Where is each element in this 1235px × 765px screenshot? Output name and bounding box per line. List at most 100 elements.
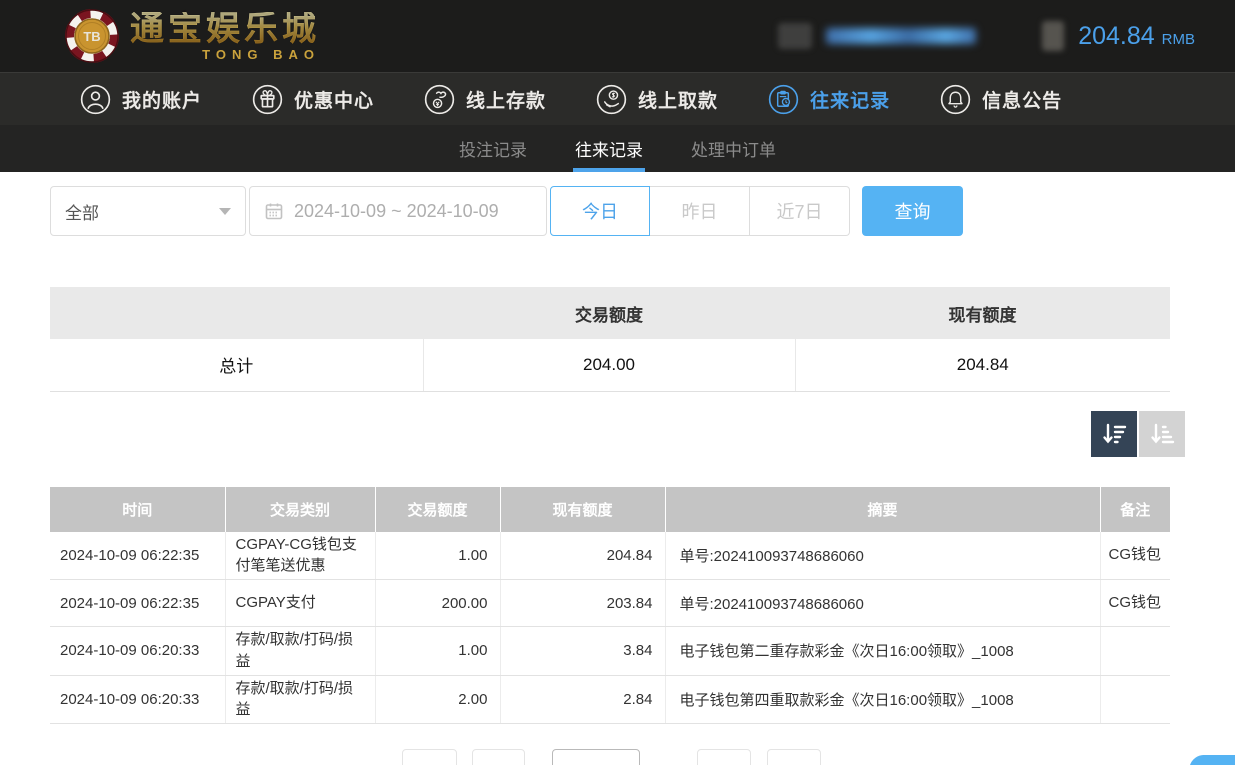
tab-label: 投注记录 [459,136,527,161]
cell-time: 2024-10-09 06:22:35 [50,532,225,580]
brand-name-cn: 通宝娱乐城 [130,12,320,46]
balance-display[interactable]: 204.84 RMB [1078,22,1195,51]
yesterday-button[interactable]: 昨日 [650,186,750,236]
cell-time: 2024-10-09 06:20:33 [50,675,225,724]
col-header-type: 交易类别 [225,487,375,532]
table-row: 2024-10-09 06:20:33 存款/取款/打码/损益 1.00 3.8… [50,627,1170,676]
cell-amount: 2.00 [375,675,500,724]
table-row: 2024-10-09 06:22:35 CGPAY支付 200.00 203.8… [50,580,1170,627]
cell-note [1100,627,1170,676]
nav-label: 线上存款 [466,86,546,113]
cell-summary: 单号:202410093748686060 [665,580,1100,627]
summary-header-balance: 现有额度 [795,287,1170,339]
records-header-row: 时间 交易类别 交易额度 现有额度 摘要 备注 [50,487,1170,532]
cell-type: 存款/取款/打码/损益 [225,675,375,724]
table-row: 2024-10-09 06:22:35 CGPAY-CG钱包支付笔笔送优惠 1.… [50,532,1170,580]
filter-bar: 全部 2024-10-09 ~ 2024-10-09 今日 昨日 [50,186,1185,236]
col-header-balance: 现有额度 [500,487,665,532]
top-bar: TB 通宝娱乐城 TONG BAO 204.84 RMB [0,0,1235,72]
col-header-note: 备注 [1100,487,1170,532]
col-header-amount: 交易额度 [375,487,500,532]
wallet-icon [1042,21,1064,51]
summary-balance-total: 204.84 [795,339,1170,391]
nav-item-records[interactable]: 往来记录 [768,84,890,115]
pagination-prev-button[interactable] [472,749,525,765]
cell-time: 2024-10-09 06:22:35 [50,580,225,627]
cell-summary: 单号:202410093748686060 [665,532,1100,580]
summary-header-empty [50,287,423,339]
records-icon [768,84,799,115]
cell-summary: 电子钱包第二重存款彩金《次日16:00领取》_1008 [665,627,1100,676]
sort-controls [50,411,1185,457]
pagination-last-button[interactable] [767,749,821,765]
cell-amount: 200.00 [375,580,500,627]
username-redacted[interactable] [826,28,976,44]
bell-icon [940,84,971,115]
nav-label: 优惠中心 [294,86,374,113]
summary-header-trade: 交易额度 [423,287,795,339]
pagination-next-button[interactable] [697,749,751,765]
poker-chip-icon: TB [64,8,120,64]
nav-item-deposit[interactable]: 线上存款 [424,84,546,115]
nav-label: 线上取款 [638,86,718,113]
category-selected-value: 全部 [65,199,99,224]
quick-date-group: 今日 昨日 近7日 [550,186,850,236]
nav-item-announcements[interactable]: 信息公告 [940,84,1062,115]
user-avatar[interactable] [778,23,812,49]
category-select[interactable]: 全部 [50,186,246,236]
summary-header-row: 交易额度 现有额度 [50,287,1170,339]
user-icon [80,84,111,115]
summary-table: 交易额度 现有额度 总计 204.00 204.84 [50,287,1170,392]
cell-note: CG钱包 [1100,580,1170,627]
nav-item-withdraw[interactable]: 线上取款 [596,84,718,115]
summary-total-label: 总计 [50,339,423,391]
date-range-input[interactable]: 2024-10-09 ~ 2024-10-09 [249,186,547,236]
sort-ascending-icon [1148,420,1176,448]
pagination-first-button[interactable] [402,749,457,765]
brand-logo[interactable]: TB 通宝娱乐城 TONG BAO [64,8,320,64]
sub-tab-bar: 投注记录 往来记录 处理中订单 [0,125,1235,172]
nav-item-promotions[interactable]: 优惠中心 [252,84,374,115]
button-label: 今日 [582,198,618,224]
records-table: 时间 交易类别 交易额度 现有额度 摘要 备注 2024-10-09 06:22… [50,487,1170,725]
tab-label: 处理中订单 [691,136,776,161]
pagination-page-select[interactable] [552,749,640,765]
brand-text: 通宝娱乐城 TONG BAO [130,12,320,61]
floating-widget[interactable] [1189,755,1235,765]
gift-icon [252,84,283,115]
cell-balance: 2.84 [500,675,665,724]
button-label: 近7日 [776,198,822,224]
table-row: 2024-10-09 06:20:33 存款/取款/打码/损益 2.00 2.8… [50,675,1170,724]
pagination-bar [0,749,1235,765]
query-button[interactable]: 查询 [862,186,963,236]
summary-trade-total: 204.00 [423,339,795,391]
tab-label: 往来记录 [575,136,643,161]
content-area: 全部 2024-10-09 ~ 2024-10-09 今日 昨日 [0,172,1235,724]
tab-betting-records[interactable]: 投注记录 [457,125,529,172]
nav-item-my-account[interactable]: 我的账户 [80,84,202,115]
last7days-button[interactable]: 近7日 [750,186,850,236]
date-range-value: 2024-10-09 ~ 2024-10-09 [294,201,499,222]
main-nav: 我的账户 优惠中心 线上存款 [0,72,1235,125]
tab-transaction-records[interactable]: 往来记录 [573,125,645,172]
chevron-down-icon [219,208,231,215]
cell-amount: 1.00 [375,532,500,580]
col-header-time: 时间 [50,487,225,532]
today-button[interactable]: 今日 [550,186,650,236]
tab-processing-orders[interactable]: 处理中订单 [689,125,778,172]
nav-label: 我的账户 [122,86,202,113]
cell-type: CGPAY-CG钱包支付笔笔送优惠 [225,532,375,580]
svg-text:TB: TB [83,29,100,44]
cell-time: 2024-10-09 06:20:33 [50,627,225,676]
brand-name-en: TONG BAO [202,48,320,61]
sort-descending-button[interactable] [1091,411,1137,457]
sort-ascending-button[interactable] [1139,411,1185,457]
cell-summary: 电子钱包第四重取款彩金《次日16:00领取》_1008 [665,675,1100,724]
deposit-icon [424,84,455,115]
col-header-summary: 摘要 [665,487,1100,532]
topbar-user-area: 204.84 RMB [778,21,1195,51]
nav-label: 往来记录 [810,86,890,113]
balance-amount: 204.84 [1078,22,1154,51]
cell-type: 存款/取款/打码/损益 [225,627,375,676]
cell-note [1100,675,1170,724]
